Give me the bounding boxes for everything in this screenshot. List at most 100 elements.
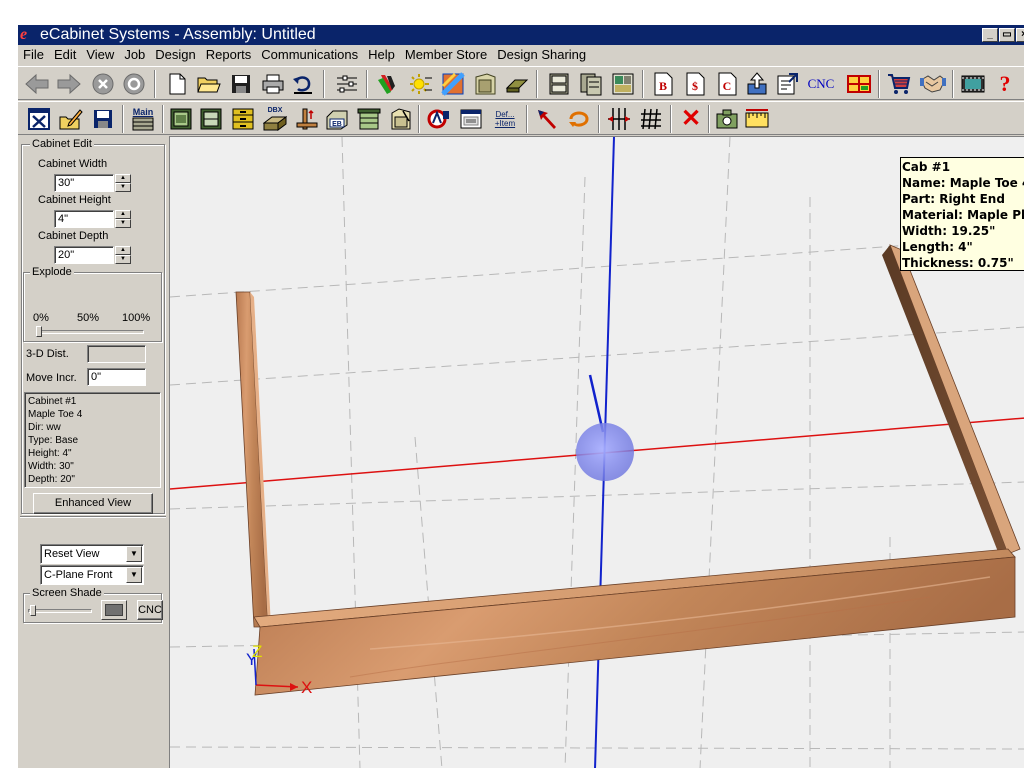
measure-ruler-icon[interactable] (744, 106, 770, 132)
3d-viewport[interactable]: X Y Z Cab #1 Name: Maple Toe 4 Part: Rig… (169, 136, 1024, 768)
menu-file[interactable]: File (18, 45, 49, 65)
menu-view[interactable]: View (81, 45, 119, 65)
cabinet-depth-spinner[interactable]: ▲ ▼ (115, 246, 131, 264)
title-bar[interactable]: e eCabinet Systems - Assembly: Untitled … (18, 25, 1024, 45)
explode-tick-100: 100% (122, 312, 151, 324)
pivot-sphere[interactable] (576, 374, 634, 481)
spin-up-icon[interactable]: ▲ (115, 174, 131, 183)
nesting-icon[interactable] (846, 71, 872, 97)
design-toolbar: Main DBX EB Def... +Item ✕ (18, 101, 1024, 135)
undo-icon[interactable] (290, 71, 316, 97)
cnc-button[interactable]: CNC (804, 71, 838, 97)
rotate-icon[interactable] (566, 106, 592, 132)
price-report-icon[interactable]: $ (682, 71, 708, 97)
spin-up-icon[interactable]: ▲ (115, 210, 131, 219)
toolbar-separator (526, 105, 528, 133)
select-pointer-icon[interactable] (534, 106, 560, 132)
export-report-icon[interactable] (774, 71, 800, 97)
back-arrow-icon[interactable] (24, 71, 50, 97)
drawer-cabinet-icon[interactable] (230, 106, 256, 132)
cut-list-icon[interactable]: C (714, 71, 740, 97)
lighting-icon[interactable] (408, 71, 434, 97)
texture-icon[interactable] (440, 71, 466, 97)
edit-pencil-icon[interactable] (58, 106, 84, 132)
edgebanding-icon[interactable]: EB (324, 106, 350, 132)
stop-icon[interactable] (90, 71, 116, 97)
screen-shade-label: Screen Shade (30, 587, 104, 600)
new-file-icon[interactable] (164, 71, 190, 97)
save-disk-icon[interactable] (90, 106, 116, 132)
main-cabinet-button[interactable]: Main (130, 106, 156, 132)
hardware-icon[interactable] (388, 106, 414, 132)
camera-icon[interactable] (714, 106, 740, 132)
program-window-icon[interactable] (458, 106, 484, 132)
main-label: Main (132, 107, 154, 117)
bill-of-materials-icon[interactable]: B (650, 71, 676, 97)
minimize-button[interactable]: _ (982, 28, 998, 42)
video-tutorial-icon[interactable] (960, 71, 986, 97)
maximize-button[interactable]: ▭ (999, 28, 1015, 42)
upload-icon[interactable] (744, 71, 770, 97)
shade-color-button[interactable] (101, 600, 127, 620)
menu-edit[interactable]: Edit (49, 45, 81, 65)
room-layout-icon[interactable] (610, 71, 636, 97)
grid-icon[interactable] (638, 106, 664, 132)
3d-dist-input[interactable] (87, 345, 146, 363)
filter-settings-icon[interactable] (334, 71, 360, 97)
spin-down-icon[interactable]: ▼ (115, 219, 131, 228)
cabinet-height-spinner[interactable]: ▲ ▼ (115, 210, 131, 228)
wall-cabinet-icon[interactable] (198, 106, 224, 132)
screen-shade-slider-thumb[interactable] (30, 605, 36, 616)
delete-x-icon[interactable]: ✕ (678, 106, 704, 132)
shopping-cart-icon[interactable] (886, 71, 912, 97)
tooltip-line: Width: 19.25" (902, 224, 996, 238)
menu-help[interactable]: Help (363, 45, 400, 65)
main-toolbar: B $ C CNC ? (18, 66, 1024, 100)
machining-icon[interactable] (426, 106, 452, 132)
menu-communications[interactable]: Communications (256, 45, 363, 65)
cabinet-height-input[interactable]: 4" (54, 210, 114, 228)
chevron-down-icon[interactable]: ▼ (126, 567, 142, 583)
print-icon[interactable] (260, 71, 286, 97)
explode-slider-track[interactable] (36, 330, 144, 334)
countertop-icon[interactable] (356, 106, 382, 132)
view-select[interactable]: Reset View ▼ (40, 544, 144, 564)
part-dimension-icon[interactable] (294, 106, 320, 132)
refresh-icon[interactable] (121, 71, 147, 97)
delete-window-icon[interactable] (26, 106, 52, 132)
menu-job[interactable]: Job (119, 45, 150, 65)
close-button[interactable]: × (1016, 28, 1024, 42)
explode-slider-thumb[interactable] (36, 326, 42, 337)
spin-up-icon[interactable]: ▲ (115, 246, 131, 255)
menu-design[interactable]: Design (150, 45, 200, 65)
cnc-side-button[interactable]: CNC (137, 600, 163, 620)
align-grid-icon[interactable] (606, 106, 632, 132)
forward-arrow-icon[interactable] (56, 71, 82, 97)
open-folder-icon[interactable] (196, 71, 222, 97)
eraser-icon[interactable] (504, 71, 530, 97)
dbx-import-button[interactable]: DBX (262, 106, 288, 132)
cabinet-group-icon[interactable] (578, 71, 604, 97)
part-info-tooltip: Cab #1 Name: Maple Toe 4 Part: Right End… (900, 157, 1024, 271)
spin-down-icon[interactable]: ▼ (115, 183, 131, 192)
save-disk-icon[interactable] (228, 71, 254, 97)
spin-down-icon[interactable]: ▼ (115, 255, 131, 264)
plane-select[interactable]: C-Plane Front ▼ (40, 565, 144, 585)
cabinet-width-input[interactable]: 30" (54, 174, 114, 192)
base-cabinet-icon[interactable] (168, 106, 194, 132)
handshake-icon[interactable] (920, 71, 946, 97)
enhanced-view-button[interactable]: Enhanced View (33, 493, 153, 514)
menu-member-store[interactable]: Member Store (400, 45, 492, 65)
define-item-button[interactable]: Def... +Item (490, 106, 520, 132)
screen-shade-slider-track[interactable] (28, 609, 92, 613)
cabinet-width-spinner[interactable]: ▲ ▼ (115, 174, 131, 192)
cabinet-door-icon[interactable] (472, 71, 498, 97)
move-incr-input[interactable]: 0" (87, 368, 146, 386)
cabinet-list-icon[interactable] (546, 71, 572, 97)
paint-colors-icon[interactable] (374, 71, 400, 97)
chevron-down-icon[interactable]: ▼ (126, 546, 142, 562)
cabinet-depth-input[interactable]: 20" (54, 246, 114, 264)
menu-reports[interactable]: Reports (201, 45, 257, 65)
help-question-icon[interactable]: ? (992, 71, 1018, 97)
menu-design-sharing[interactable]: Design Sharing (492, 45, 591, 65)
